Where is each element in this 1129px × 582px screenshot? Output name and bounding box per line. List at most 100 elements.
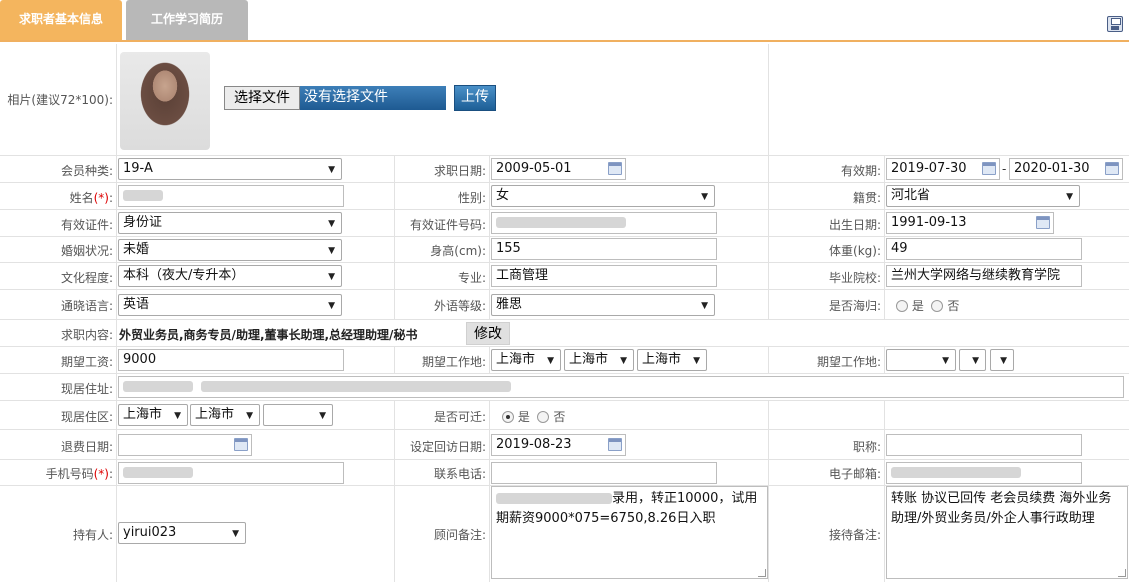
- save-icon[interactable]: [1107, 16, 1123, 32]
- visit-date-input[interactable]: 2019-08-23: [491, 434, 626, 456]
- member-type-select[interactable]: 19-A ▼: [118, 158, 342, 180]
- chevron-down-icon: ▼: [1000, 356, 1007, 366]
- marital-select[interactable]: 未婚 ▼: [118, 239, 342, 261]
- returnee-no-radio[interactable]: [931, 300, 944, 312]
- work-place-2-city-select[interactable]: ▼: [959, 349, 986, 371]
- reception-note-textarea[interactable]: 转账 协议已回传 老会员续费 海外业务助理/外贸业务员/外企人事行政助理: [886, 486, 1128, 579]
- district-area-select[interactable]: ▼: [263, 404, 333, 426]
- work-place-2-district-select[interactable]: ▼: [990, 349, 1014, 371]
- returnee-yes-radio[interactable]: [896, 300, 908, 312]
- reception-note-value: 转账 协议已回传 老会员续费 海外业务助理/外贸业务员/外企人事行政助理: [891, 491, 1112, 526]
- work-place-district-select[interactable]: 上海市 ▼: [637, 349, 707, 371]
- language-select[interactable]: 英语 ▼: [118, 294, 342, 316]
- visit-date-label: 设定回访日期:: [409, 440, 486, 454]
- relocate-yes-radio[interactable]: [502, 411, 514, 423]
- row-name: 姓名(*): 性别: 女 ▼ 籍贯: 河北省 ▼: [0, 183, 1129, 210]
- education-select[interactable]: 本科（夜大/专升本） ▼: [118, 265, 342, 287]
- edit-job-content-button[interactable]: 修改: [466, 322, 510, 345]
- row-id-doc: 有效证件: 身份证 ▼ 有效证件号码: 出生日期: 1991-09-13: [0, 210, 1129, 237]
- district-city-value: 上海市: [195, 407, 235, 422]
- birth-input[interactable]: 1991-09-13: [886, 212, 1054, 234]
- reception-note-label: 接待备注:: [828, 528, 881, 542]
- language-value: 英语: [123, 297, 150, 312]
- education-value: 本科（夜大/专升本）: [123, 268, 245, 283]
- row-job-content: 求职内容: 外贸业务员,商务专员/助理,董事长助理,总经理助理/秘书 修改: [0, 320, 1129, 347]
- relocate-label: 是否可迁:: [433, 410, 486, 424]
- chevron-down-icon: ▼: [328, 272, 335, 282]
- calendar-icon[interactable]: [608, 438, 622, 451]
- validity-to-input[interactable]: 2020-01-30: [1009, 158, 1123, 180]
- chevron-down-icon: ▼: [174, 411, 181, 421]
- chevron-down-icon: ▼: [693, 356, 700, 366]
- phone-input[interactable]: [491, 462, 717, 484]
- district-city-select[interactable]: 上海市 ▼: [190, 404, 260, 426]
- returnee-yes-label: 是: [911, 299, 924, 313]
- advisor-note-label: 顾问备注:: [433, 528, 486, 542]
- refund-date-input[interactable]: [118, 434, 252, 456]
- height-label: 身高(cm):: [430, 244, 486, 258]
- district-label: 现居住区:: [60, 410, 113, 424]
- validity-separator: -: [1002, 162, 1007, 176]
- job-date-input[interactable]: 2009-05-01: [491, 158, 626, 180]
- gender-value: 女: [496, 188, 510, 203]
- id-no-input[interactable]: [491, 212, 717, 234]
- id-doc-value: 身份证: [123, 215, 163, 230]
- mobile-label: 手机号码(*):: [45, 467, 113, 481]
- salary-input[interactable]: 9000: [118, 349, 344, 371]
- chevron-down-icon: ▼: [328, 246, 335, 256]
- relocate-no-radio[interactable]: [537, 411, 550, 423]
- resize-handle[interactable]: [758, 569, 766, 577]
- salary-label: 期望工资:: [60, 355, 113, 369]
- lang-level-label: 外语等级:: [433, 299, 486, 313]
- calendar-icon[interactable]: [234, 438, 248, 451]
- height-input[interactable]: 155: [491, 238, 717, 260]
- weight-input[interactable]: 49: [886, 238, 1082, 260]
- job-date-label: 求职日期:: [433, 164, 486, 178]
- returnee-radio-group: 是 否: [896, 297, 959, 314]
- row-salary: 期望工资: 9000 期望工作地: 上海市 ▼ 上海市 ▼ 上海市 ▼ 期望工作地: …: [0, 347, 1129, 374]
- marital-value: 未婚: [123, 242, 150, 257]
- refund-date-label: 退费日期:: [60, 440, 113, 454]
- major-input[interactable]: 工商管理: [491, 265, 717, 287]
- work-place-province-value: 上海市: [496, 352, 536, 367]
- validity-from-input[interactable]: 2019-07-30: [886, 158, 1000, 180]
- district-province-select[interactable]: 上海市 ▼: [118, 404, 188, 426]
- upload-button[interactable]: 上传: [454, 85, 496, 111]
- tab-basic-info[interactable]: 求职者基本信息: [0, 0, 122, 40]
- work-place-2-province-select[interactable]: ▼: [886, 349, 956, 371]
- redacted-text: [496, 493, 612, 504]
- redacted-text: [891, 467, 1021, 478]
- work-place-city-select[interactable]: 上海市 ▼: [564, 349, 634, 371]
- gender-select[interactable]: 女 ▼: [491, 185, 715, 207]
- work-place-province-select[interactable]: 上海市 ▼: [491, 349, 561, 371]
- school-input[interactable]: 兰州大学网络与继续教育学院: [886, 265, 1082, 287]
- redacted-text: [123, 467, 193, 478]
- job-content-value: 外贸业务员,商务专员/助理,董事长助理,总经理助理/秘书: [119, 328, 418, 342]
- tab-work-resume[interactable]: 工作学习简历: [126, 0, 248, 40]
- resize-handle[interactable]: [1118, 569, 1126, 577]
- chevron-down-icon: ▼: [942, 356, 949, 366]
- returnee-no-label: 否: [947, 299, 960, 313]
- lang-level-select[interactable]: 雅思 ▼: [491, 294, 715, 316]
- id-doc-select[interactable]: 身份证 ▼: [118, 212, 342, 234]
- work-place-city-value: 上海市: [569, 352, 609, 367]
- advisor-note-textarea[interactable]: 录用，转正10000，试用期薪资9000*075=6750,8.26日入职: [491, 486, 768, 579]
- name-input[interactable]: [118, 185, 344, 207]
- native-place-select[interactable]: 河北省 ▼: [886, 185, 1080, 207]
- address-input[interactable]: [118, 376, 1124, 398]
- email-input[interactable]: [886, 462, 1082, 484]
- calendar-icon[interactable]: [1036, 216, 1050, 229]
- holder-select[interactable]: yirui023 ▼: [118, 522, 246, 544]
- calendar-icon[interactable]: [608, 162, 622, 175]
- id-doc-label: 有效证件:: [60, 218, 113, 232]
- tab-bar: 求职者基本信息 工作学习简历: [0, 0, 1129, 42]
- title-input[interactable]: [886, 434, 1082, 456]
- calendar-icon[interactable]: [1105, 162, 1119, 175]
- validity-from-value: 2019-07-30: [891, 161, 967, 176]
- calendar-icon[interactable]: [982, 162, 996, 175]
- mobile-input[interactable]: [118, 462, 344, 484]
- required-mark: (*): [93, 467, 109, 481]
- gender-label: 性别:: [457, 191, 486, 205]
- choose-file-button[interactable]: 选择文件: [224, 86, 300, 110]
- relocate-no-label: 否: [553, 410, 566, 424]
